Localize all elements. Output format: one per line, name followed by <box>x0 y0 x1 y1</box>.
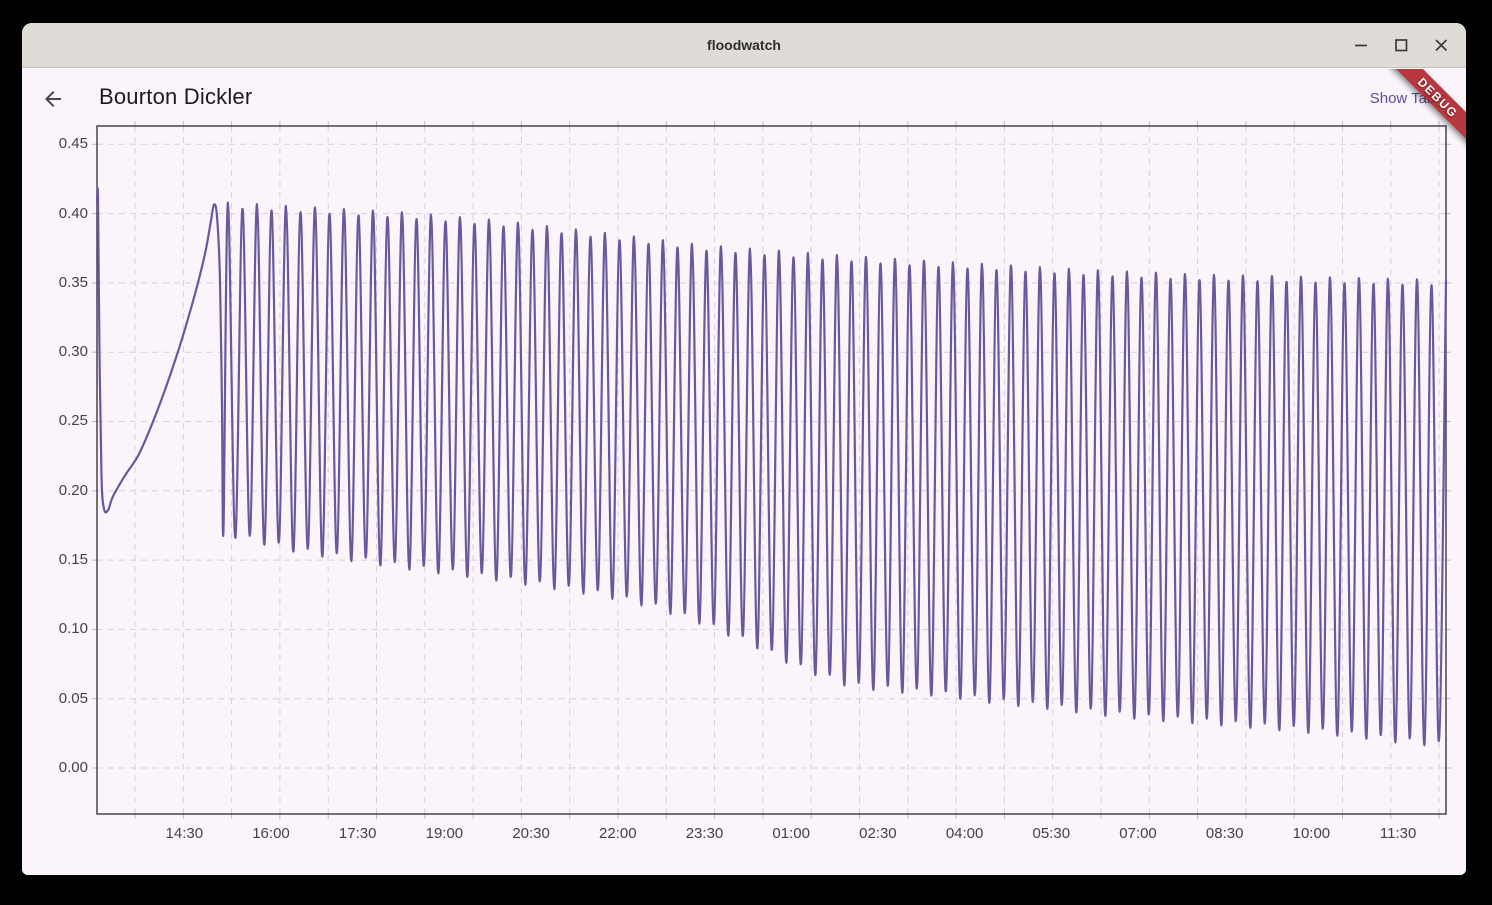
level-line <box>97 188 1446 745</box>
y-axis-label: 0.20 <box>26 482 88 500</box>
minimize-button[interactable] <box>1349 33 1373 57</box>
page-title: Bourton Dickler <box>99 84 252 110</box>
y-axis-label: 0.30 <box>26 343 88 361</box>
x-axis-label: 23:30 <box>670 825 740 843</box>
x-axis-label: 14:30 <box>149 825 219 843</box>
back-button[interactable] <box>39 85 67 113</box>
app-window: floodwatch <box>22 23 1466 875</box>
x-axis-label: 16:00 <box>236 825 306 843</box>
x-axis-label: 05:30 <box>1016 825 1086 843</box>
x-axis-label: 08:30 <box>1190 825 1260 843</box>
y-axis-label: 0.15 <box>26 551 88 569</box>
y-axis-label: 0.05 <box>26 690 88 708</box>
x-axis-label: 11:30 <box>1363 825 1433 843</box>
arrow-left-icon <box>41 87 65 111</box>
y-axis-label: 0.45 <box>26 135 88 153</box>
maximize-button[interactable] <box>1389 33 1413 57</box>
minimize-icon <box>1349 33 1373 57</box>
x-axis-label: 10:00 <box>1276 825 1346 843</box>
x-axis-label: 04:00 <box>930 825 1000 843</box>
x-axis-label: 22:00 <box>583 825 653 843</box>
close-button[interactable] <box>1429 33 1453 57</box>
window-controls <box>1349 23 1453 67</box>
x-axis-label: 17:30 <box>323 825 393 843</box>
y-axis-label: 0.35 <box>26 274 88 292</box>
show-table-button[interactable]: Show Table <box>1370 90 1447 107</box>
y-axis-label: 0.10 <box>26 620 88 638</box>
x-axis-label: 02:30 <box>843 825 913 843</box>
y-axis-label: 0.40 <box>26 205 88 223</box>
x-axis-label: 19:00 <box>409 825 479 843</box>
x-axis-label: 20:30 <box>496 825 566 843</box>
chart-plot[interactable] <box>91 120 1452 820</box>
titlebar[interactable]: floodwatch <box>22 23 1466 68</box>
y-axis-label: 0.25 <box>26 412 88 430</box>
close-icon <box>1429 33 1453 57</box>
x-axis-label: 01:00 <box>756 825 826 843</box>
content-area: Bourton Dickler Show Table 0.45 0.40 0.35 0… <box>22 69 1466 875</box>
maximize-icon <box>1389 33 1413 57</box>
window-title: floodwatch <box>707 37 781 53</box>
x-axis-label: 07:00 <box>1103 825 1173 843</box>
y-axis-label: 0.00 <box>26 759 88 777</box>
